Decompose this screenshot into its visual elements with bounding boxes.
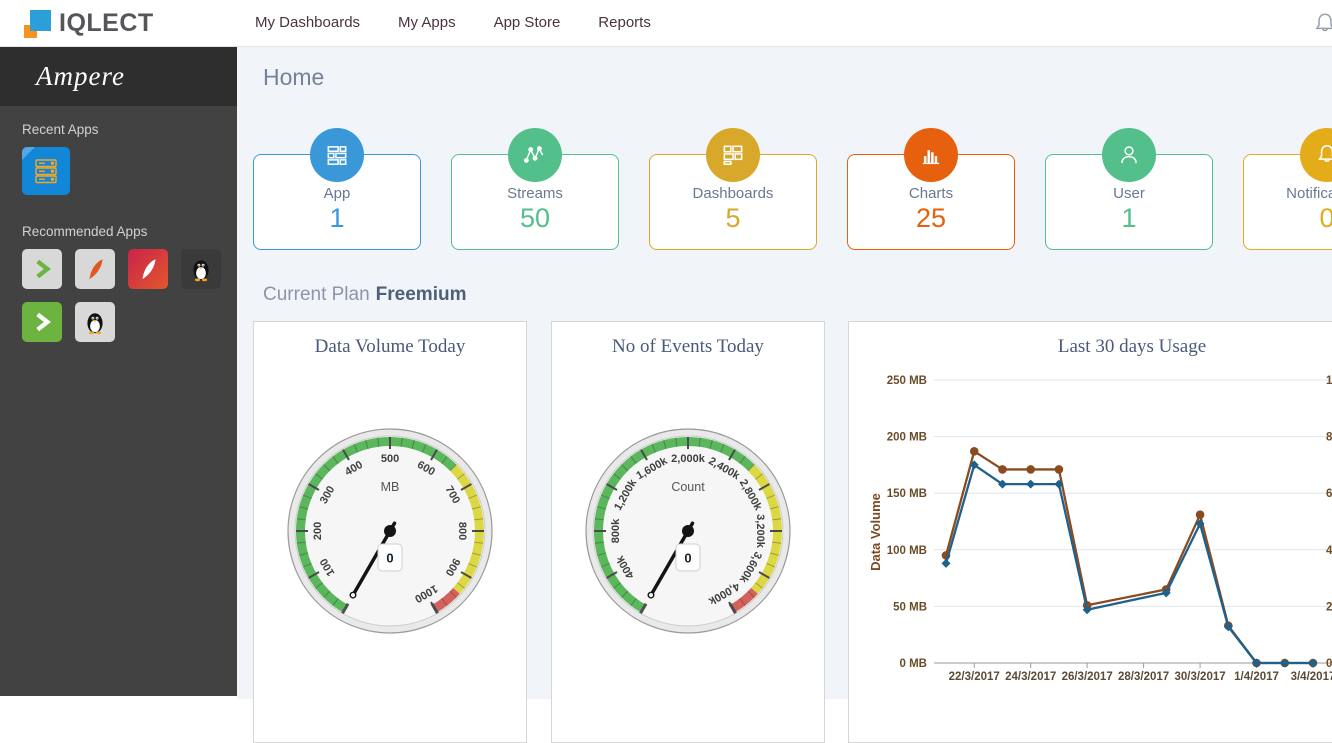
logo-text: IQLECT <box>59 9 154 37</box>
svg-text:22/3/2017: 22/3/2017 <box>949 671 1000 683</box>
svg-text:26/3/2017: 26/3/2017 <box>1062 671 1113 683</box>
recommended-apps-label: Recommended Apps <box>22 224 148 239</box>
bell-outline-icon[interactable] <box>1312 11 1332 42</box>
svg-text:1/4/2017: 1/4/2017 <box>1234 671 1279 683</box>
data-volume-gauge: 100200300400 500 6007008009001000MB0 <box>287 428 493 634</box>
panel-title: No of Events Today <box>612 336 764 357</box>
app-tile-feather-icon[interactable] <box>75 249 115 289</box>
app-grid-icon <box>310 128 364 182</box>
main-content: Home App 1 Streams 50 Dashboards 5 Chart… <box>237 46 1332 743</box>
stat-card-label: App <box>323 185 351 202</box>
svg-text:600k: 600k <box>1326 488 1332 500</box>
stat-card-value: 1 <box>329 203 345 233</box>
svg-text:30/3/2017: 30/3/2017 <box>1174 671 1225 683</box>
stat-card-label: Dashboards <box>692 185 774 202</box>
svg-text:200k: 200k <box>1326 601 1332 613</box>
svg-text:200: 200 <box>312 522 324 540</box>
recent-apps-list <box>0 147 237 208</box>
svg-text:0: 0 <box>684 551 691 566</box>
panel-title: Last 30 days Usage <box>1057 336 1207 357</box>
stat-card-label: User <box>1113 185 1145 202</box>
svg-text:800: 800 <box>456 522 468 540</box>
app-tile-penguin-icon[interactable] <box>181 249 221 289</box>
svg-text:0: 0 <box>386 551 393 566</box>
plan-value: Freemium <box>375 284 467 305</box>
user-icon <box>1102 128 1156 182</box>
svg-text:Data Volume: Data Volume <box>868 493 883 571</box>
current-plan: Current Plan Freemium <box>263 284 466 306</box>
stat-card-dashboards[interactable]: Dashboards 5 <box>649 128 817 250</box>
events-gauge: 400k800k1,200k1,600k 2,000k 2,400k2,800k3,… <box>585 428 791 634</box>
stat-card-value: 5 <box>725 203 741 233</box>
svg-text:Count: Count <box>671 480 705 494</box>
svg-text:3,200k: 3,200k <box>754 514 766 549</box>
bar-chart-icon <box>904 128 958 182</box>
stat-card-label: Charts <box>908 185 954 202</box>
recommended-apps-list <box>0 249 237 355</box>
svg-text:200 MB: 200 MB <box>887 432 927 444</box>
usage-chart-panel: Last 30 days Usage 0 MB 0 50 MB 200k 100 MB 4… <box>848 321 1332 743</box>
stat-card-user[interactable]: User 1 <box>1045 128 1213 250</box>
svg-text:800k: 800k <box>1326 432 1332 444</box>
plan-label: Current Plan <box>263 284 370 305</box>
page-title: Home <box>263 64 325 90</box>
iqlect-logo-icon <box>24 10 51 38</box>
nav-item-app-store[interactable]: App Store <box>494 0 561 46</box>
svg-text:0 MB: 0 MB <box>900 658 927 670</box>
dashboards-grid-icon <box>706 128 760 182</box>
svg-text:3/4/2017: 3/4/2017 <box>1291 671 1332 683</box>
stat-card-app[interactable]: App 1 <box>253 128 421 250</box>
data-volume-gauge-panel: Data Volume Today 100 200 300 400 500 600 700 8… <box>253 321 527 743</box>
svg-text:0: 0 <box>1326 658 1332 670</box>
svg-text:800k: 800k <box>610 518 622 543</box>
product-name: Ampere <box>0 46 237 106</box>
svg-text:2,000k: 2,000k <box>671 453 706 465</box>
usage-line-chart: 0 MB 0 50 MB 200k 100 MB 400k 150 MB 600k 200 MB… <box>868 375 1332 683</box>
bell-icon <box>1300 128 1332 182</box>
svg-text:150 MB: 150 MB <box>887 488 927 500</box>
stat-card-label: Streams <box>507 185 563 202</box>
svg-text:1,000k: 1,000k <box>1326 375 1332 387</box>
app-tile-feather-icon[interactable] <box>128 249 168 289</box>
recent-apps-label: Recent Apps <box>22 122 99 137</box>
nav-item-my-apps[interactable]: My Apps <box>398 0 456 46</box>
stat-card-notifications[interactable]: Notifications 0 <box>1243 128 1332 250</box>
svg-text:50 MB: 50 MB <box>893 601 927 613</box>
svg-text:100 MB: 100 MB <box>887 545 927 557</box>
svg-text:500: 500 <box>381 453 399 465</box>
streams-icon <box>508 128 562 182</box>
app-tile-penguin-icon[interactable] <box>75 302 115 342</box>
nav-item-my-dashboards[interactable]: My Dashboards <box>255 0 360 46</box>
app-logo[interactable]: IQLECT <box>24 9 154 38</box>
main-nav: My Dashboards My Apps App Store Reports <box>255 0 689 46</box>
events-gauge-panel: No of Events Today 400k 800k 1,200k 1,600k 2… <box>551 321 825 743</box>
svg-text:28/3/2017: 28/3/2017 <box>1118 671 1169 683</box>
svg-text:250 MB: 250 MB <box>887 375 927 387</box>
app-tile-server-stack-icon[interactable] <box>22 147 70 195</box>
stat-card-streams[interactable]: Streams 50 <box>451 128 619 250</box>
panel-title: Data Volume Today <box>314 336 466 357</box>
svg-text:24/3/2017: 24/3/2017 <box>1005 671 1056 683</box>
sidebar: Ampere Recent Apps Recommended Apps <box>0 46 237 696</box>
stat-card-label: Notifications <box>1286 185 1332 202</box>
stat-card-value: 50 <box>519 203 551 233</box>
svg-text:MB: MB <box>381 480 400 494</box>
app-tile-chevron-right-icon[interactable] <box>22 249 62 289</box>
stat-card-charts[interactable]: Charts 25 <box>847 128 1015 250</box>
stat-card-value: 0 <box>1319 203 1332 233</box>
stat-card-value: 1 <box>1121 203 1137 233</box>
top-header: IQLECT My Dashboards My Apps App Store Repo… <box>0 0 1332 47</box>
stat-card-value: 25 <box>915 203 947 233</box>
svg-text:400k: 400k <box>1326 545 1332 557</box>
app-tile-chevron-right-icon[interactable] <box>22 302 62 342</box>
nav-item-reports[interactable]: Reports <box>598 0 651 46</box>
